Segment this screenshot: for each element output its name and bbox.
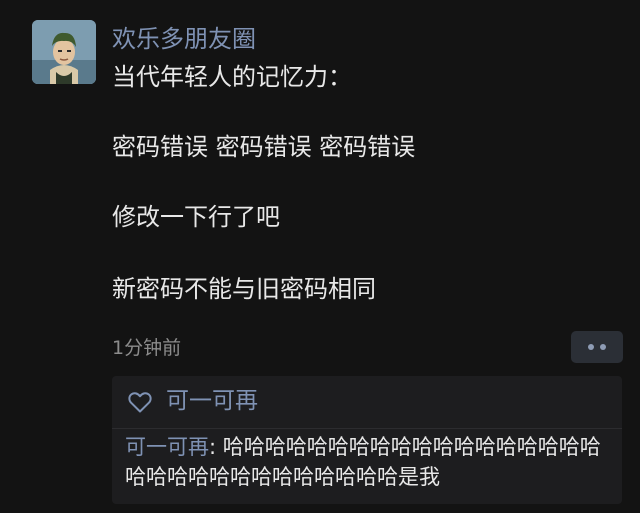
avatar[interactable] — [32, 20, 96, 84]
dot-icon — [600, 344, 606, 350]
post-author-name[interactable]: 欢乐多朋友圈 — [112, 22, 256, 56]
more-actions-button[interactable] — [571, 331, 623, 363]
liker-name[interactable]: 可一可再 — [166, 384, 258, 418]
comment[interactable]: 可一可再: 哈哈哈哈哈哈哈哈哈哈哈哈哈哈哈哈哈哈哈哈哈哈哈哈哈哈哈哈哈哈哈是我 — [125, 432, 617, 492]
post-line: 当代年轻人的记忆力： — [112, 63, 352, 91]
post-line: 密码错误 密码错误 密码错误 — [112, 133, 416, 161]
comment-author[interactable]: 可一可再 — [125, 435, 209, 459]
post-line: 修改一下行了吧 — [112, 203, 280, 231]
heart-outline-icon — [127, 390, 153, 414]
likes-row: 可一可再 — [112, 376, 622, 428]
divider — [112, 428, 622, 429]
comment-separator: : — [209, 435, 223, 459]
likes-comments-panel: 可一可再 可一可再: 哈哈哈哈哈哈哈哈哈哈哈哈哈哈哈哈哈哈哈哈哈哈哈哈哈哈哈哈哈… — [112, 376, 622, 504]
dot-icon — [588, 344, 594, 350]
post-line: 新密码不能与旧密码相同 — [112, 275, 376, 303]
post-timestamp: 1分钟前 — [112, 337, 182, 359]
